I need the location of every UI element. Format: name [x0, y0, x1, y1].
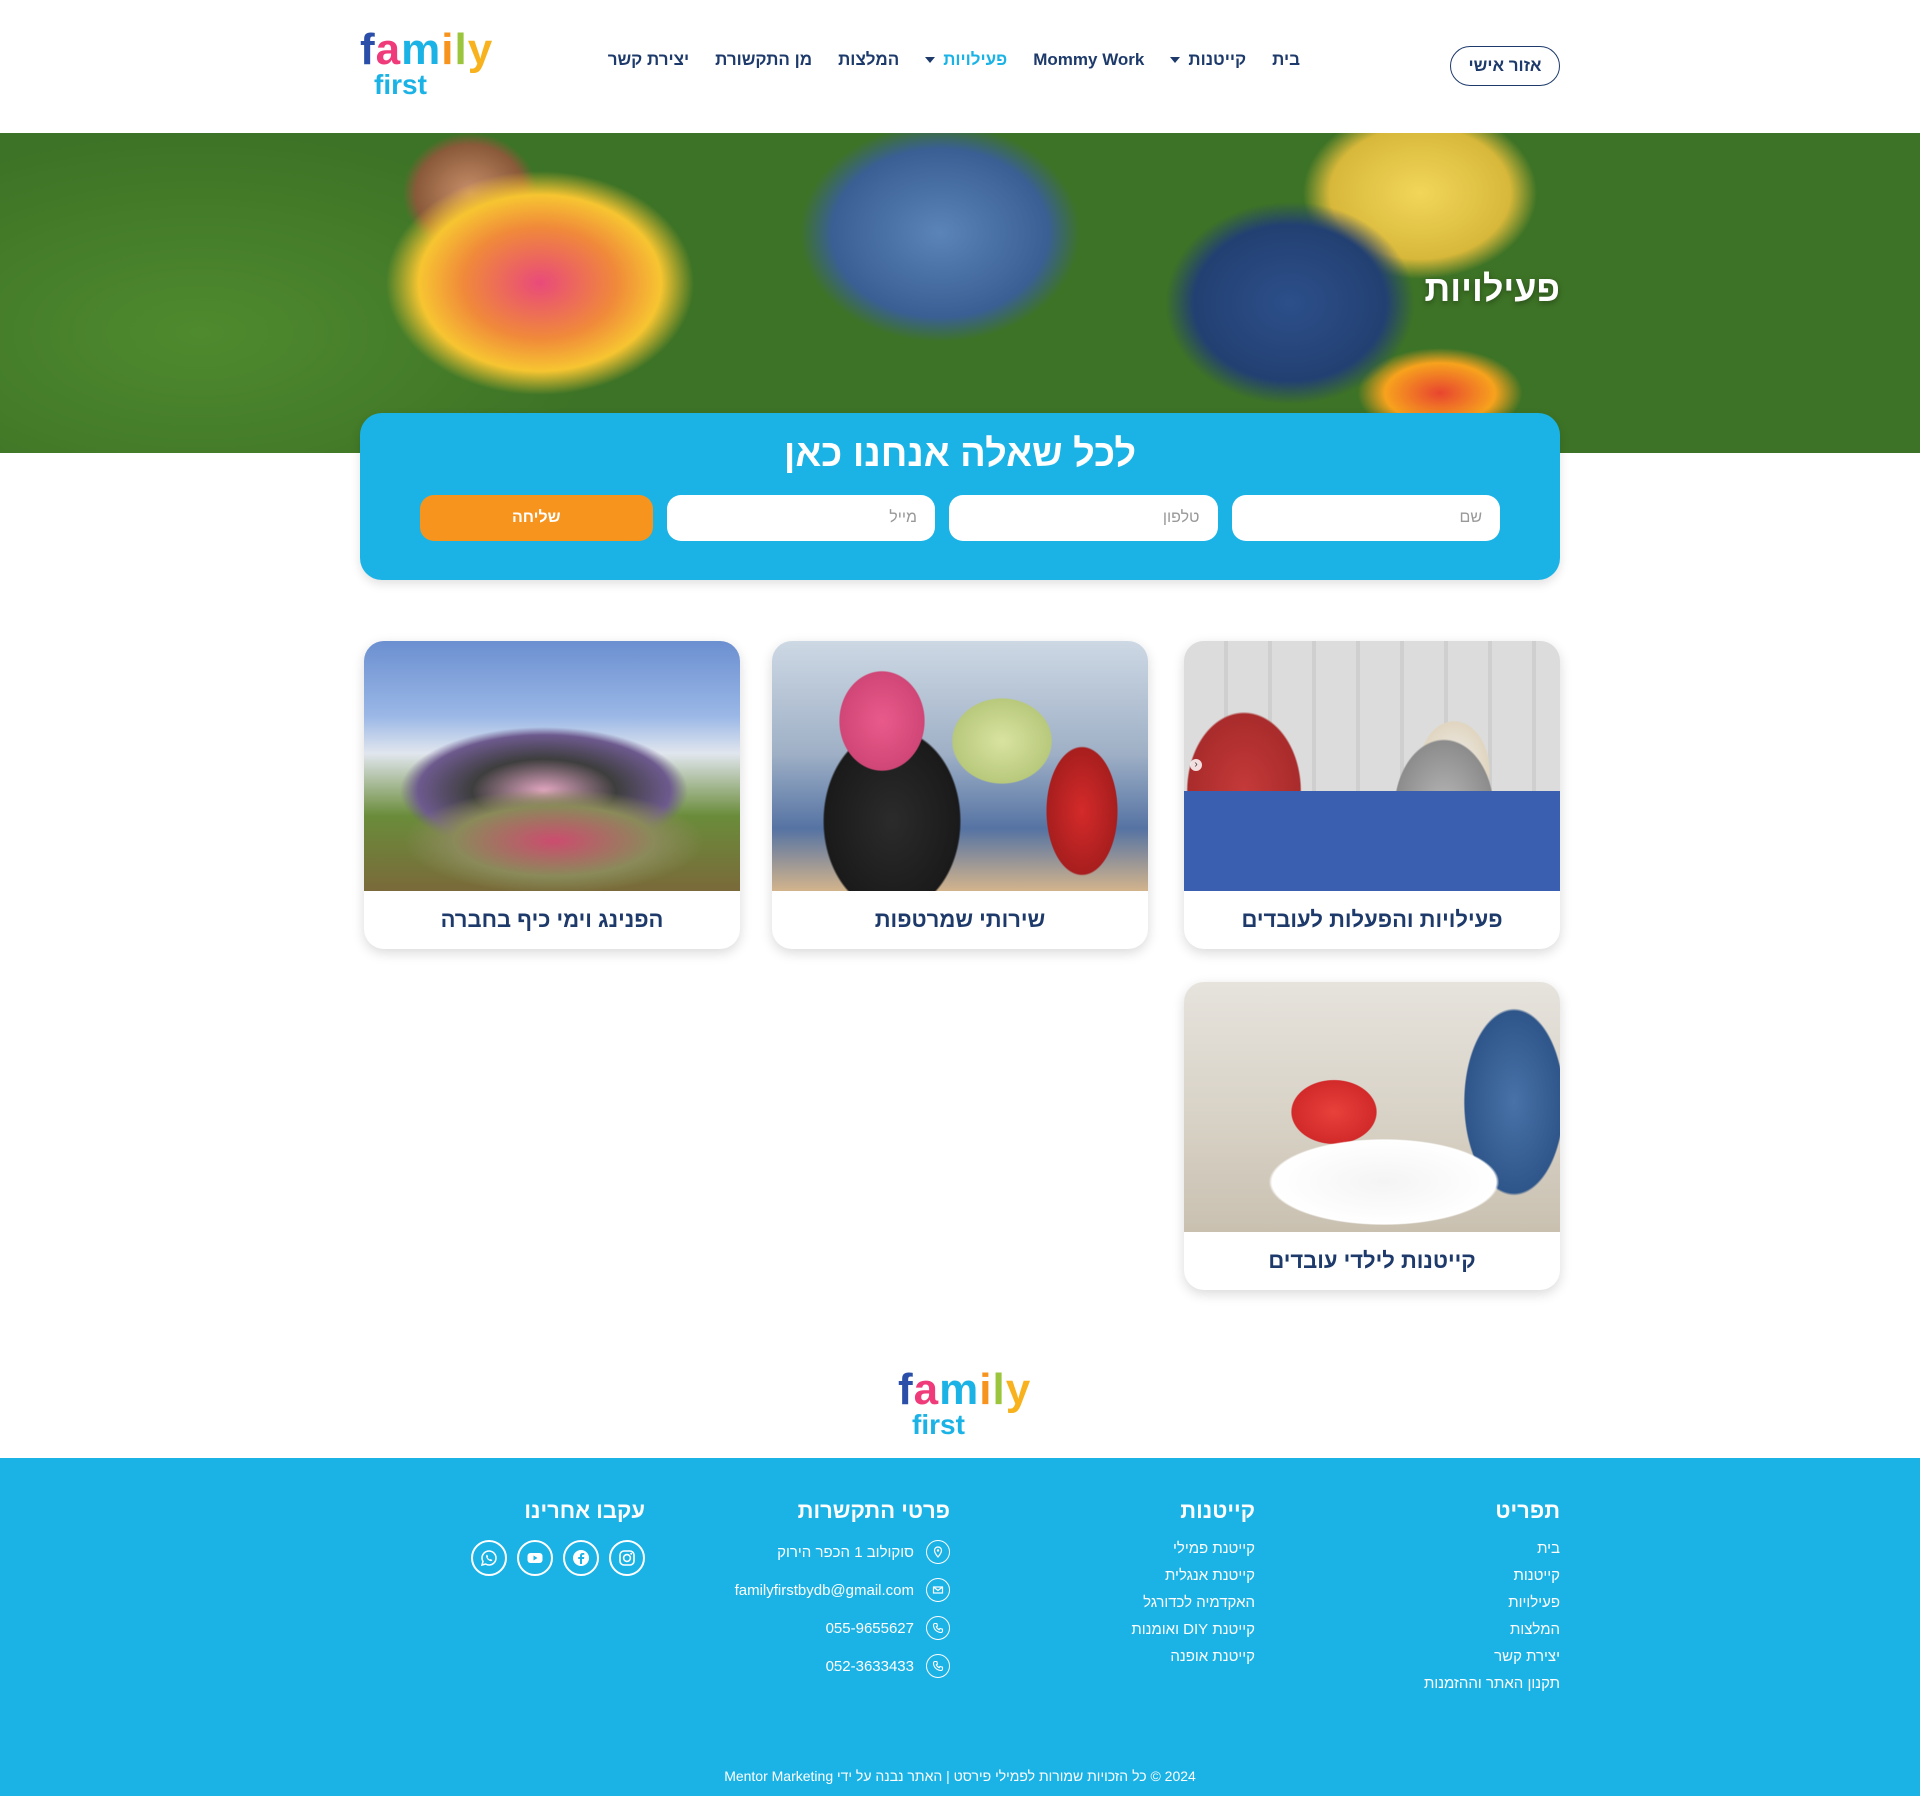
footer-camps: קייטנות קייטנת פמילי קייטנת אנגלית האקדמ… [1131, 1498, 1255, 1675]
footer-link[interactable]: האקדמיה לכדורגל [1131, 1594, 1255, 1611]
contact-form: לכל שאלה אנחנו כאן שליחה [360, 413, 1560, 580]
footer-menu: תפריט בית קייטנות פעילויות המלצות יצירת … [1424, 1498, 1560, 1702]
card-image [1184, 982, 1560, 1232]
chevron-left-icon[interactable]: ‹ [1190, 759, 1202, 771]
footer-logo[interactable]: family first [898, 1365, 1032, 1439]
footer-contact-title: פרטי התקשרות [797, 1498, 950, 1523]
logo-letter: f [360, 25, 376, 74]
phone-row[interactable]: 055-9655627 [735, 1616, 950, 1640]
logo-letter: a [913, 1365, 940, 1414]
logo-letter: i [979, 1365, 993, 1414]
main-nav: בית קייטנות Mommy Work פעילויות המלצות מ… [608, 50, 1300, 70]
email-text: familyfirstbydb@gmail.com [734, 1581, 914, 1599]
footer-link[interactable]: בית [1424, 1540, 1560, 1557]
footer-link[interactable]: קייטנת פמילי [1131, 1540, 1255, 1557]
phone-icon [926, 1654, 950, 1678]
phone-text: 055-9655627 [825, 1619, 914, 1637]
submit-button[interactable]: שליחה [420, 495, 653, 541]
copyright-text: 2024 © כל הזכויות שמורות לפמילי פירסט | … [724, 1768, 1196, 1784]
nav-label: המלצות [838, 50, 900, 69]
map-pin-icon [926, 1540, 950, 1564]
phone-row[interactable]: 052-3633433 [735, 1654, 950, 1678]
footer-link[interactable]: פעילויות [1424, 1594, 1560, 1611]
site-footer: תפריט בית קייטנות פעילויות המלצות יצירת … [0, 1458, 1920, 1796]
footer-contact: פרטי התקשרות סוקולוב 1 הכפר הירוק family… [735, 1498, 950, 1692]
footer-link[interactable]: קייטנת DIY ואומנות [1131, 1621, 1255, 1638]
logo-subword: first [374, 69, 427, 100]
logo-letter: y [1005, 1365, 1032, 1414]
footer-link[interactable]: קייטנת אופנה [1131, 1648, 1255, 1665]
logo-letter: y [467, 25, 494, 74]
footer-follow-title: עקבו אחרינו [524, 1498, 645, 1523]
email-field[interactable] [666, 495, 935, 541]
activity-card[interactable]: שירותי שמרטפות [772, 641, 1148, 949]
nav-item-activities[interactable]: פעילויות [925, 50, 1007, 70]
activity-card[interactable]: הפנינג וימי כיף בחברה [364, 641, 740, 949]
phone-text: 052-3633433 [825, 1657, 914, 1675]
activity-card[interactable]: קייטנות לילדי עובדים [1184, 982, 1560, 1290]
nav-item-contact[interactable]: יצירת קשר [608, 50, 689, 70]
footer-menu-title: תפריט [1495, 1498, 1560, 1523]
chevron-down-icon [925, 57, 936, 63]
logo-letter: l [454, 25, 468, 74]
site-header: family first בית קייטנות Mommy Work פעיל… [0, 0, 1920, 133]
card-image [772, 641, 1148, 891]
instagram-icon[interactable] [609, 1540, 645, 1576]
nav-label: Mommy Work [1033, 50, 1145, 69]
whatsapp-icon[interactable] [471, 1540, 507, 1576]
footer-link[interactable]: המלצות [1424, 1621, 1560, 1638]
phone-icon [926, 1616, 950, 1640]
footer-link[interactable]: יצירת קשר [1424, 1648, 1560, 1665]
nav-item-mommy-work[interactable]: Mommy Work [1033, 50, 1144, 70]
mail-icon [926, 1578, 950, 1602]
nav-label: בית [1272, 50, 1300, 69]
card-title: שירותי שמרטפות [874, 907, 1046, 932]
page-title: פעילויות [1424, 268, 1560, 309]
facebook-icon[interactable] [563, 1540, 599, 1576]
hero-banner: פעילויות [0, 133, 1920, 453]
nav-label: קייטנות [1188, 50, 1247, 69]
nav-item-camps[interactable]: קייטנות [1170, 50, 1246, 70]
footer-link[interactable]: קייטנת אנגלית [1131, 1567, 1255, 1584]
logo-letter: f [898, 1365, 914, 1414]
email-row[interactable]: familyfirstbydb@gmail.com [735, 1578, 950, 1602]
nav-label: מן התקשורת [715, 50, 813, 69]
nav-item-media[interactable]: מן התקשורת [715, 50, 812, 70]
social-links [471, 1540, 645, 1576]
card-image [364, 641, 740, 891]
card-title: קייטנות לילדי עובדים [1268, 1248, 1476, 1273]
card-image: ‹ [1184, 641, 1560, 891]
phone-field[interactable] [949, 495, 1218, 541]
logo-letter: i [441, 25, 455, 74]
name-field[interactable] [1231, 495, 1500, 541]
footer-link[interactable]: קייטנות [1424, 1567, 1560, 1584]
nav-label: פעילויות [943, 50, 1008, 69]
card-title: פעילויות והפעלות לעובדים [1241, 907, 1503, 932]
footer-link[interactable]: תקנון האתר וההזמנות [1424, 1675, 1560, 1692]
logo-letter: l [992, 1365, 1006, 1414]
youtube-icon[interactable] [517, 1540, 553, 1576]
personal-area-button[interactable]: אזור אישי [1450, 46, 1560, 86]
chevron-down-icon [1170, 57, 1181, 63]
logo-letter: m [401, 25, 442, 74]
logo-letter: m [939, 1365, 980, 1414]
contact-form-title: לכל שאלה אנחנו כאן [783, 433, 1137, 475]
nav-item-testimonials[interactable]: המלצות [838, 50, 899, 70]
nav-item-home[interactable]: בית [1272, 50, 1300, 70]
address-text: סוקולוב 1 הכפר הירוק [777, 1543, 914, 1561]
logo-letter: a [375, 25, 402, 74]
card-title: הפנינג וימי כיף בחברה [440, 907, 664, 932]
logo-subword: first [912, 1409, 965, 1440]
site-logo[interactable]: family first [360, 25, 494, 100]
nav-label: יצירת קשר [607, 50, 690, 69]
footer-camps-title: קייטנות [1180, 1498, 1255, 1523]
footer-social: עקבו אחרינו [471, 1498, 645, 1576]
address-row[interactable]: סוקולוב 1 הכפר הירוק [735, 1540, 950, 1564]
activity-card[interactable]: ‹ פעילויות והפעלות לעובדים [1184, 641, 1560, 949]
